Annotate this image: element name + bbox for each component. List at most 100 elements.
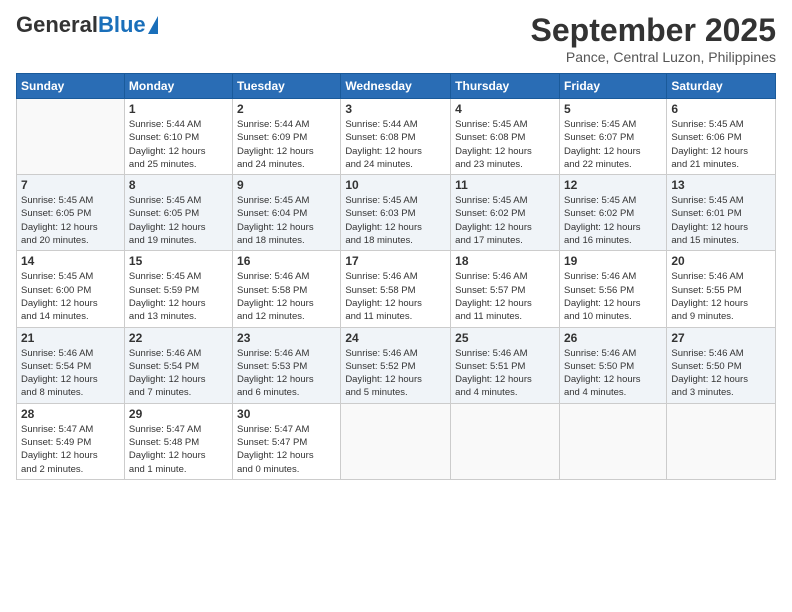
table-row: 11 Sunrise: 5:45 AM Sunset: 6:02 PM Dayli…: [451, 175, 560, 251]
day-number: 8: [129, 178, 228, 192]
day-number: 4: [455, 102, 555, 116]
col-sunday: Sunday: [17, 74, 125, 99]
table-row: 5Sunrise: 5:45 AM Sunset: 6:07 PM Daylig…: [559, 99, 666, 175]
day-info: Sunrise: 5:45 AM Sunset: 6:03 PM Dayligh…: [345, 194, 446, 247]
day-info: Sunrise: 5:45 AM Sunset: 6:06 PM Dayligh…: [671, 118, 771, 171]
table-row: 26 Sunrise: 5:46 AM Sunset: 5:50 PM Dayli…: [559, 327, 666, 403]
day-number: 29: [129, 407, 228, 421]
page: General Blue September 2025 Pance, Centr…: [0, 0, 792, 612]
day-number: 22: [129, 331, 228, 345]
day-info: Sunrise: 5:46 AM Sunset: 5:55 PM Dayligh…: [671, 270, 771, 323]
header: General Blue September 2025 Pance, Centr…: [16, 12, 776, 65]
day-number: 26: [564, 331, 662, 345]
day-info: Sunrise: 5:45 AM Sunset: 6:02 PM Dayligh…: [455, 194, 555, 247]
day-number: 28: [21, 407, 120, 421]
day-info: Sunrise: 5:46 AM Sunset: 5:58 PM Dayligh…: [237, 270, 336, 323]
day-number: 1: [129, 102, 228, 116]
table-row: 27Sunrise: 5:46 AM Sunset: 5:50 PM Dayli…: [667, 327, 776, 403]
table-row: [17, 99, 125, 175]
day-info: Sunrise: 5:45 AM Sunset: 6:04 PM Dayligh…: [237, 194, 336, 247]
col-tuesday: Tuesday: [233, 74, 341, 99]
day-number: 30: [237, 407, 336, 421]
col-saturday: Saturday: [667, 74, 776, 99]
table-row: 20Sunrise: 5:46 AM Sunset: 5:55 PM Dayli…: [667, 251, 776, 327]
day-info: Sunrise: 5:47 AM Sunset: 5:48 PM Dayligh…: [129, 423, 228, 476]
table-row: 19 Sunrise: 5:46 AM Sunset: 5:56 PM Dayli…: [559, 251, 666, 327]
title-block: September 2025 Pance, Central Luzon, Phi…: [531, 12, 776, 65]
day-number: 9: [237, 178, 336, 192]
day-number: 21: [21, 331, 120, 345]
table-row: 15 Sunrise: 5:45 AM Sunset: 5:59 PM Dayli…: [124, 251, 232, 327]
calendar-table: Sunday Monday Tuesday Wednesday Thursday…: [16, 73, 776, 480]
day-info: Sunrise: 5:46 AM Sunset: 5:50 PM Dayligh…: [564, 347, 662, 400]
calendar-week-row: 14 Sunrise: 5:45 AM Sunset: 6:00 PM Dayli…: [17, 251, 776, 327]
calendar-week-row: 1 Sunrise: 5:44 AM Sunset: 6:10 PM Daylig…: [17, 99, 776, 175]
day-number: 23: [237, 331, 336, 345]
day-info: Sunrise: 5:44 AM Sunset: 6:10 PM Dayligh…: [129, 118, 228, 171]
table-row: 4 Sunrise: 5:45 AM Sunset: 6:08 PM Daylig…: [451, 99, 560, 175]
day-number: 18: [455, 254, 555, 268]
day-number: 25: [455, 331, 555, 345]
table-row: 14 Sunrise: 5:45 AM Sunset: 6:00 PM Dayli…: [17, 251, 125, 327]
day-number: 7: [21, 178, 120, 192]
day-info: Sunrise: 5:46 AM Sunset: 5:54 PM Dayligh…: [21, 347, 120, 400]
table-row: 25 Sunrise: 5:46 AM Sunset: 5:51 PM Dayli…: [451, 327, 560, 403]
logo: General Blue: [16, 12, 158, 38]
day-number: 14: [21, 254, 120, 268]
day-number: 27: [671, 331, 771, 345]
day-info: Sunrise: 5:46 AM Sunset: 5:58 PM Dayligh…: [345, 270, 446, 323]
table-row: 3Sunrise: 5:44 AM Sunset: 6:08 PM Daylig…: [341, 99, 451, 175]
day-info: Sunrise: 5:45 AM Sunset: 6:02 PM Dayligh…: [564, 194, 662, 247]
table-row: 16 Sunrise: 5:46 AM Sunset: 5:58 PM Dayli…: [233, 251, 341, 327]
day-info: Sunrise: 5:46 AM Sunset: 5:53 PM Dayligh…: [237, 347, 336, 400]
day-info: Sunrise: 5:47 AM Sunset: 5:47 PM Dayligh…: [237, 423, 336, 476]
day-info: Sunrise: 5:45 AM Sunset: 6:08 PM Dayligh…: [455, 118, 555, 171]
day-info: Sunrise: 5:46 AM Sunset: 5:56 PM Dayligh…: [564, 270, 662, 323]
logo-icon: [148, 16, 158, 34]
location: Pance, Central Luzon, Philippines: [531, 49, 776, 65]
table-row: 23 Sunrise: 5:46 AM Sunset: 5:53 PM Dayli…: [233, 327, 341, 403]
logo-general: General: [16, 12, 98, 38]
day-number: 5: [564, 102, 662, 116]
day-number: 19: [564, 254, 662, 268]
calendar-week-row: 21 Sunrise: 5:46 AM Sunset: 5:54 PM Dayli…: [17, 327, 776, 403]
header-row: Sunday Monday Tuesday Wednesday Thursday…: [17, 74, 776, 99]
day-number: 3: [345, 102, 446, 116]
table-row: [667, 403, 776, 479]
table-row: 7 Sunrise: 5:45 AM Sunset: 6:05 PM Daylig…: [17, 175, 125, 251]
col-friday: Friday: [559, 74, 666, 99]
table-row: 2Sunrise: 5:44 AM Sunset: 6:09 PM Daylig…: [233, 99, 341, 175]
table-row: 22 Sunrise: 5:46 AM Sunset: 5:54 PM Dayli…: [124, 327, 232, 403]
day-info: Sunrise: 5:46 AM Sunset: 5:54 PM Dayligh…: [129, 347, 228, 400]
table-row: 13 Sunrise: 5:45 AM Sunset: 6:01 PM Dayli…: [667, 175, 776, 251]
day-number: 13: [671, 178, 771, 192]
day-info: Sunrise: 5:45 AM Sunset: 6:05 PM Dayligh…: [129, 194, 228, 247]
month-title: September 2025: [531, 12, 776, 49]
day-number: 15: [129, 254, 228, 268]
day-number: 11: [455, 178, 555, 192]
col-monday: Monday: [124, 74, 232, 99]
day-info: Sunrise: 5:46 AM Sunset: 5:51 PM Dayligh…: [455, 347, 555, 400]
table-row: 18 Sunrise: 5:46 AM Sunset: 5:57 PM Dayli…: [451, 251, 560, 327]
day-number: 12: [564, 178, 662, 192]
table-row: 1 Sunrise: 5:44 AM Sunset: 6:10 PM Daylig…: [124, 99, 232, 175]
table-row: 8 Sunrise: 5:45 AM Sunset: 6:05 PM Daylig…: [124, 175, 232, 251]
day-number: 6: [671, 102, 771, 116]
day-number: 16: [237, 254, 336, 268]
col-wednesday: Wednesday: [341, 74, 451, 99]
table-row: 17 Sunrise: 5:46 AM Sunset: 5:58 PM Dayli…: [341, 251, 451, 327]
day-info: Sunrise: 5:46 AM Sunset: 5:57 PM Dayligh…: [455, 270, 555, 323]
table-row: 29 Sunrise: 5:47 AM Sunset: 5:48 PM Dayli…: [124, 403, 232, 479]
day-info: Sunrise: 5:45 AM Sunset: 5:59 PM Dayligh…: [129, 270, 228, 323]
day-number: 2: [237, 102, 336, 116]
day-number: 17: [345, 254, 446, 268]
table-row: [451, 403, 560, 479]
table-row: 9 Sunrise: 5:45 AM Sunset: 6:04 PM Daylig…: [233, 175, 341, 251]
day-info: Sunrise: 5:45 AM Sunset: 6:05 PM Dayligh…: [21, 194, 120, 247]
logo-text: General Blue: [16, 12, 158, 38]
day-info: Sunrise: 5:45 AM Sunset: 6:00 PM Dayligh…: [21, 270, 120, 323]
day-number: 24: [345, 331, 446, 345]
day-info: Sunrise: 5:45 AM Sunset: 6:01 PM Dayligh…: [671, 194, 771, 247]
table-row: 30 Sunrise: 5:47 AM Sunset: 5:47 PM Dayli…: [233, 403, 341, 479]
table-row: 10Sunrise: 5:45 AM Sunset: 6:03 PM Dayli…: [341, 175, 451, 251]
